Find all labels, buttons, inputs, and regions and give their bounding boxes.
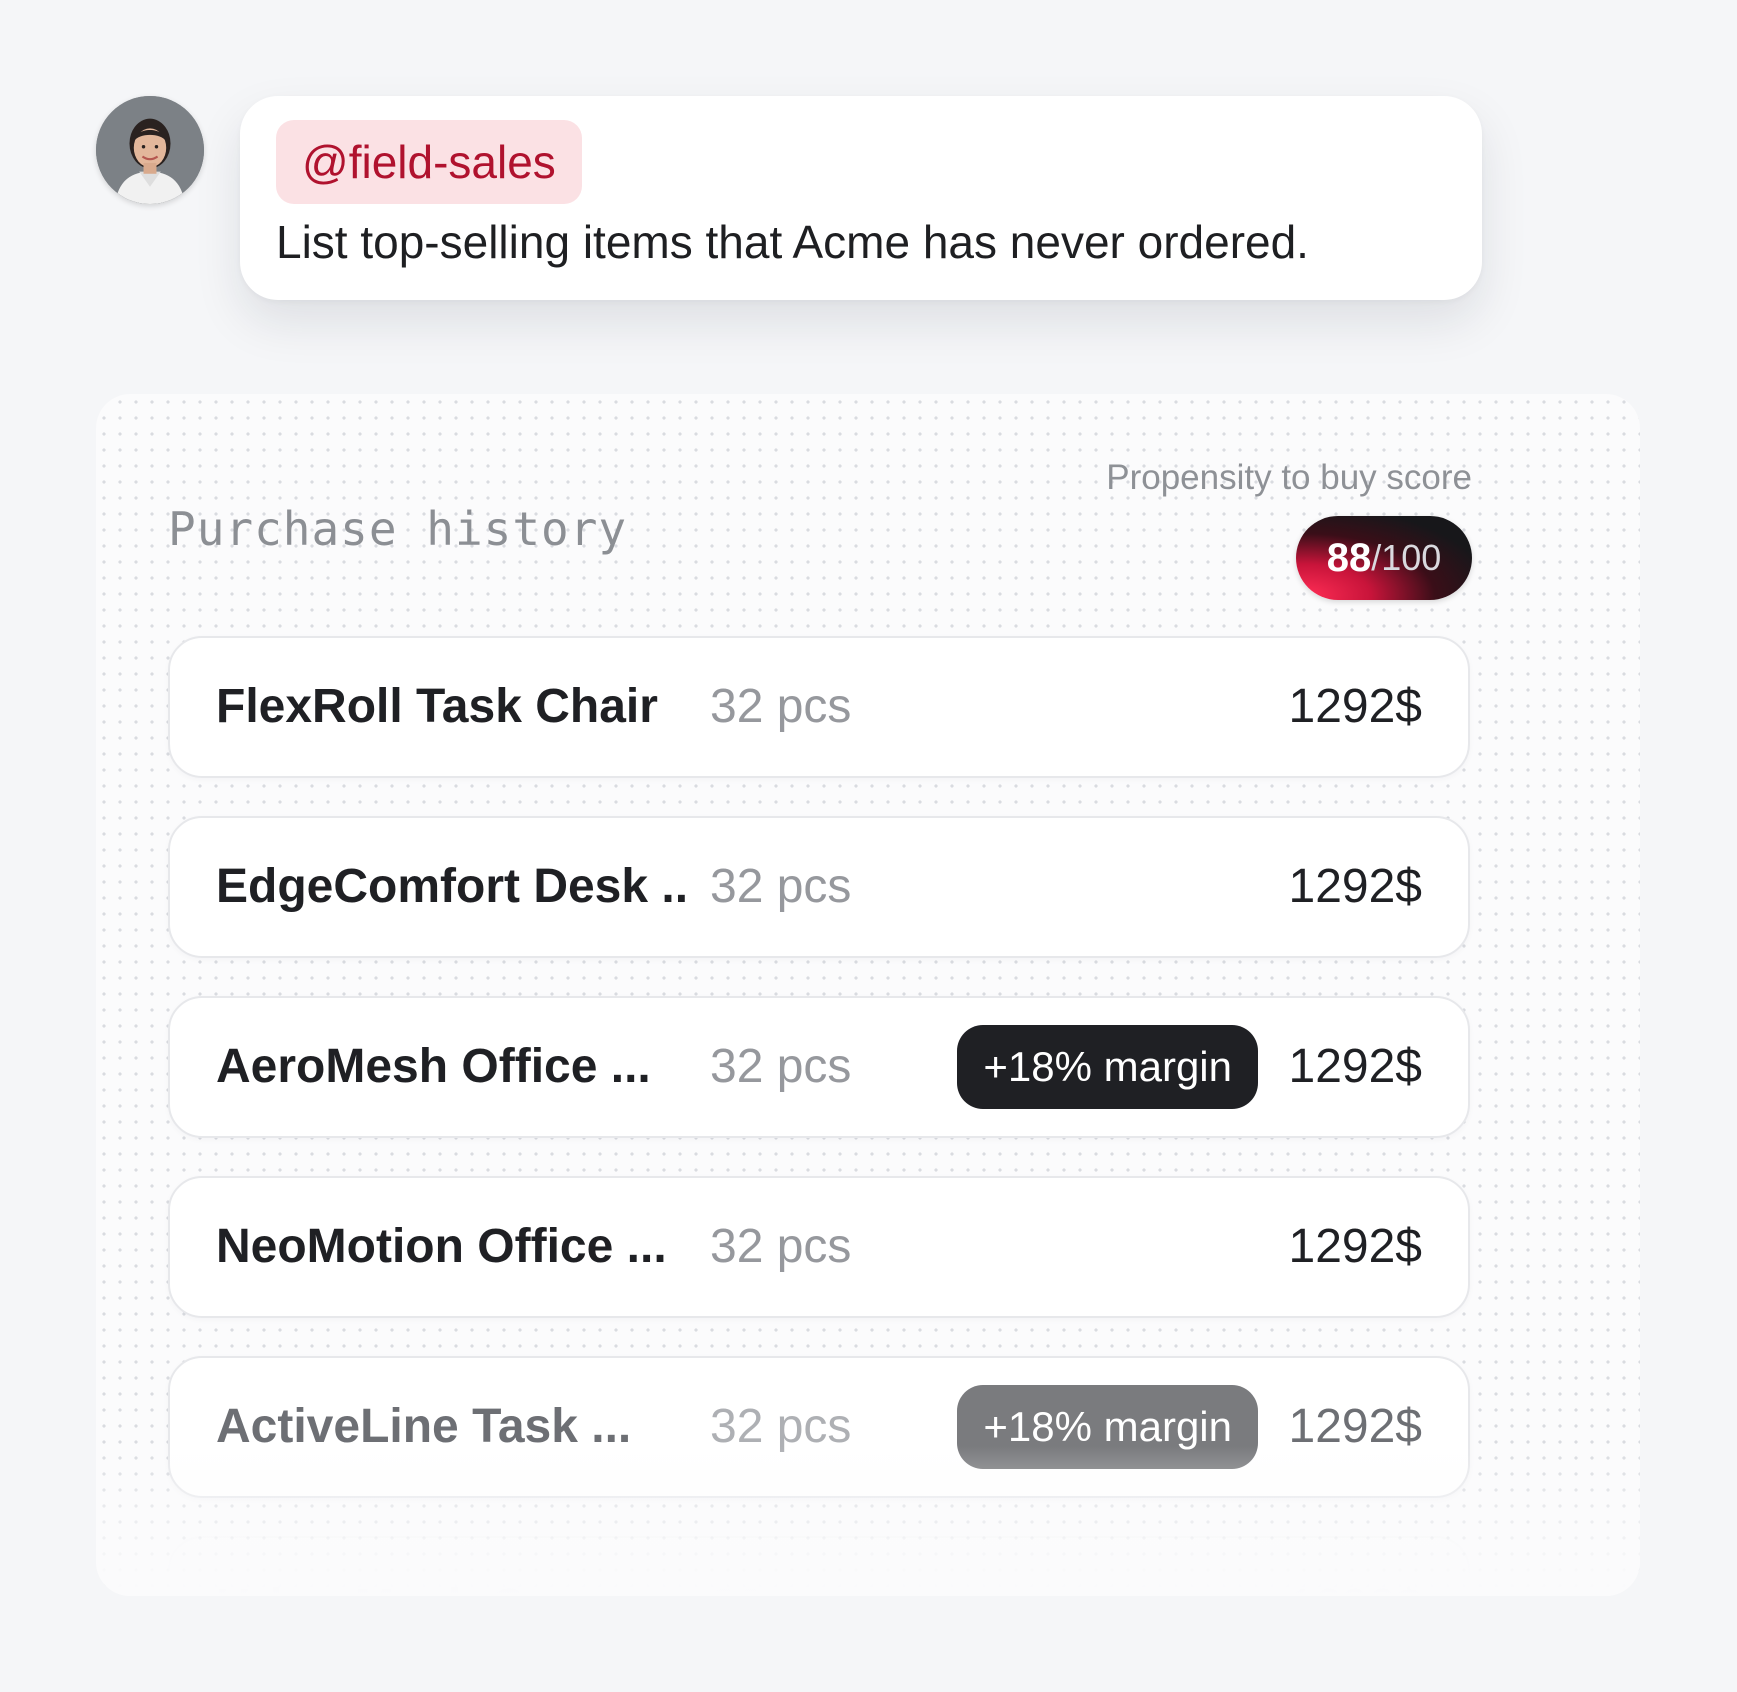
- item-price: 1292$: [1288, 680, 1422, 733]
- propensity-score-badge: 88/100: [1296, 516, 1472, 600]
- item-quantity: 32 pcs: [710, 680, 852, 733]
- item-quantity: 32 pcs: [710, 1538, 851, 1596]
- item-name: EdgeComfort Desk ...: [216, 860, 686, 913]
- score-label: Propensity to buy score: [1106, 458, 1472, 497]
- list-item[interactable]: EdgeComfort Desk ... 32 pcs 1292$: [168, 816, 1470, 958]
- item-name: NeoMotion Office ...: [216, 1220, 667, 1273]
- list-item[interactable]: AeroMesh Office ... 32 pcs +18% margin 1…: [168, 996, 1470, 1138]
- list-item[interactable]: UrbanMesh Com... 32 pcs 1292$: [168, 1536, 1470, 1596]
- item-name: AeroMesh Office ...: [216, 1040, 651, 1093]
- mention-tag[interactable]: @field-sales: [276, 120, 582, 204]
- chat-message-bubble: @field-sales List top-selling items that…: [240, 96, 1482, 300]
- item-price: 1292$: [1288, 1220, 1422, 1273]
- item-price: 1292$: [1288, 1400, 1422, 1453]
- item-price: 1292$: [1288, 1040, 1422, 1093]
- item-list: FlexRoll Task Chair 32 pcs 1292$ EdgeCom…: [168, 636, 1470, 1596]
- item-price: 1292$: [1289, 1538, 1422, 1596]
- item-quantity: 32 pcs: [710, 1040, 852, 1093]
- person-portrait-icon: [96, 96, 204, 204]
- purchase-history-panel: Purchase history Propensity to buy score…: [96, 394, 1640, 1596]
- item-quantity: 32 pcs: [710, 1400, 852, 1453]
- item-quantity: 32 pcs: [710, 1220, 852, 1273]
- app-canvas: @field-sales List top-selling items that…: [0, 0, 1737, 1692]
- user-avatar[interactable]: [96, 96, 204, 204]
- list-item[interactable]: NeoMotion Office ... 32 pcs 1292$: [168, 1176, 1470, 1318]
- section-title: Purchase history: [168, 502, 628, 556]
- list-item[interactable]: FlexRoll Task Chair 32 pcs 1292$: [168, 636, 1470, 778]
- item-name: UrbanMesh Com...: [216, 1538, 637, 1596]
- item-name: FlexRoll Task Chair: [216, 680, 658, 733]
- list-item[interactable]: ActiveLine Task ... 32 pcs +18% margin 1…: [168, 1356, 1470, 1498]
- item-name: ActiveLine Task ...: [216, 1400, 632, 1453]
- message-text: List top-selling items that Acme has nev…: [276, 216, 1309, 268]
- item-quantity: 32 pcs: [710, 860, 852, 913]
- margin-badge: +18% margin: [957, 1025, 1258, 1109]
- score-value: 88: [1326, 535, 1372, 580]
- margin-badge: +18% margin: [957, 1385, 1258, 1469]
- item-price: 1292$: [1288, 860, 1422, 913]
- score-max: /100: [1371, 537, 1442, 578]
